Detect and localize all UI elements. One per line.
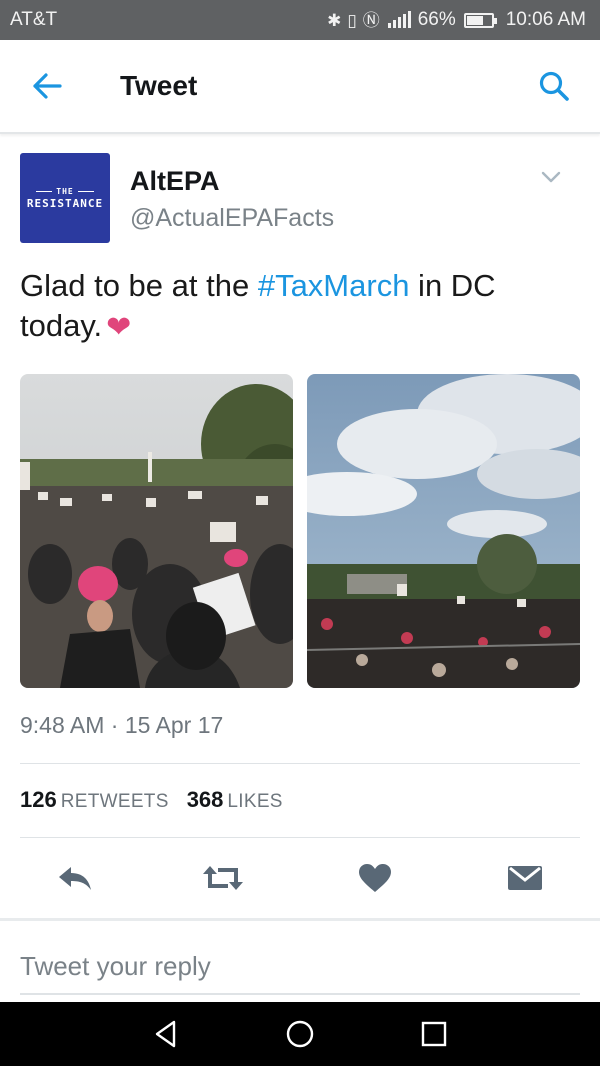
carrier-label: AT&T (10, 9, 58, 30)
tweet-actions (0, 858, 600, 902)
tweet-stats: 126 RETWEETS 368 LIKES (20, 787, 283, 813)
search-icon[interactable] (536, 68, 572, 104)
retweets-label: RETWEETS (60, 791, 169, 812)
retweet-icon[interactable] (200, 858, 246, 898)
avatar-line2: RESISTANCE (26, 196, 104, 210)
vibrate-icon: ▯ (347, 10, 357, 30)
reply-input[interactable]: Tweet your reply (20, 951, 420, 982)
retweets-stat[interactable]: 126 RETWEETS (20, 787, 169, 813)
home-circle-icon[interactable] (284, 1018, 316, 1050)
app-header: Tweet (0, 40, 600, 134)
back-arrow-icon[interactable] (28, 70, 64, 102)
battery-icon (463, 12, 497, 28)
reply-icon[interactable] (52, 858, 98, 898)
crowd-photo-sky[interactable] (307, 374, 580, 688)
tweet-text: Glad to be at the #TaxMarch in DC today.… (20, 266, 580, 348)
bluetooth-icon: ✱ (327, 10, 342, 30)
direct-message-icon[interactable] (502, 858, 548, 898)
signal-icon (387, 11, 411, 28)
divider (20, 763, 580, 764)
likes-label: LIKES (227, 791, 283, 812)
likes-count: 368 (186, 787, 224, 812)
reply-underline (20, 993, 580, 995)
tweet-text-before: Glad to be at the (20, 268, 258, 303)
retweets-count: 126 (20, 787, 57, 812)
tweet-timestamp: 9:48 AM · 15 Apr 17 (20, 712, 224, 738)
page-title: Tweet (120, 70, 198, 101)
reply-area: Tweet your reply (0, 918, 600, 1002)
clock: 10:06 AM (505, 9, 586, 30)
likes-stat[interactable]: 368 LIKES (187, 787, 283, 813)
divider (20, 837, 580, 838)
author-name[interactable]: AltEPA (130, 166, 220, 197)
chevron-down-icon[interactable] (540, 170, 562, 184)
author-handle[interactable]: @ActualEPAFacts (130, 204, 334, 233)
status-icons: ✱ ▯ Ⓝ 66% 10:06 AM (327, 9, 586, 31)
hashtag-link[interactable]: #TaxMarch (258, 268, 410, 303)
battery-percent: 66% (417, 9, 456, 30)
system-nav-bar (0, 1002, 600, 1066)
like-icon[interactable] (352, 858, 398, 898)
recents-square-icon[interactable] (418, 1018, 450, 1050)
nfc-icon: Ⓝ (362, 10, 380, 30)
avatar-line1: THE (36, 187, 93, 196)
crowd-photo-capitol[interactable] (20, 374, 293, 688)
back-triangle-icon[interactable] (150, 1018, 182, 1050)
heart-emoji: ❤ (106, 311, 132, 344)
avatar[interactable]: THE RESISTANCE (20, 153, 110, 243)
status-bar: AT&T ✱ ▯ Ⓝ 66% 10:06 AM (0, 0, 600, 40)
